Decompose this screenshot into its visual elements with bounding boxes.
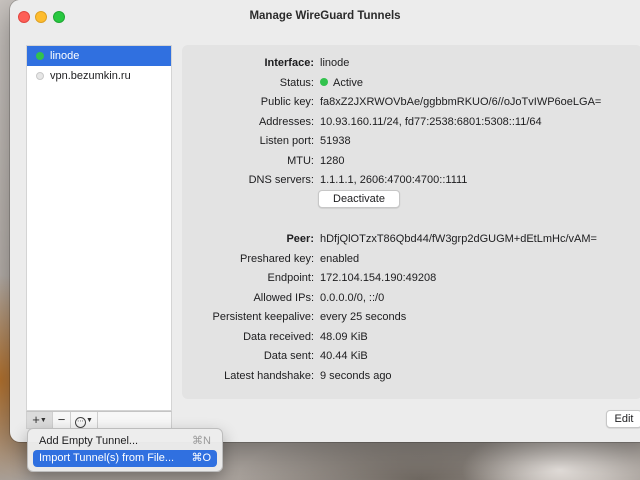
status-label: Status:	[279, 76, 314, 89]
peer-row: Peer: hDfjQlOTzxT86Qbd44/fW3grp2dGUGM+dE…	[182, 231, 640, 247]
window-title: Manage WireGuard Tunnels	[249, 10, 401, 22]
public-key-value[interactable]: fa8xZ2JXRWOVbAe/ggbbmRKUO/6//oJoTvIWP6oe…	[320, 94, 601, 110]
menu-shortcut: ⌘O	[191, 452, 211, 464]
title-bar: Manage WireGuard Tunnels	[10, 0, 640, 34]
tunnel-item-linode[interactable]: linode	[27, 46, 171, 66]
dns-value[interactable]: 1.1.1.1, 2606:4700:4700::1111	[320, 172, 467, 188]
keepalive-row: Persistent keepalive: every 25 seconds	[182, 309, 640, 325]
manage-tunnels-window: Manage WireGuard Tunnels linode vpn.bezu…	[10, 0, 640, 442]
more-actions-button[interactable]: ⋯ ▼	[71, 412, 98, 428]
latest-handshake-label: Latest handshake:	[224, 369, 314, 382]
tunnel-name: vpn.bezumkin.ru	[50, 70, 131, 82]
inactive-status-dot-icon	[36, 72, 44, 80]
tunnel-name: linode	[50, 50, 80, 62]
endpoint-value[interactable]: 172.104.154.190:49208	[320, 270, 436, 286]
mtu-row: MTU: 1280	[182, 153, 640, 169]
keepalive-value[interactable]: every 25 seconds	[320, 309, 406, 325]
endpoint-row: Endpoint: 172.104.154.190:49208	[182, 270, 640, 286]
active-status-dot-icon	[36, 52, 44, 60]
preshared-key-value[interactable]: enabled	[320, 251, 359, 267]
edit-button[interactable]: Edit	[606, 410, 640, 428]
allowed-ips-value[interactable]: 0.0.0.0/0, ::/0	[320, 290, 384, 306]
dns-label: DNS servers:	[248, 174, 314, 186]
status-row: Status: Active	[182, 75, 640, 91]
preshared-key-row: Preshared key: enabled	[182, 251, 640, 267]
peer-public-key-value[interactable]: hDfjQlOTzxT86Qbd44/fW3grp2dGUGM+dEtLmHc/…	[320, 231, 597, 247]
menu-item-add-empty-tunnel[interactable]: Add Empty Tunnel... ⌘N	[33, 433, 217, 450]
addresses-value[interactable]: 10.93.160.11/24, fd77:2538:6801:5308::11…	[320, 114, 542, 130]
minus-icon: −	[57, 412, 66, 427]
tunnel-item-vpn-bezumkin[interactable]: vpn.bezumkin.ru	[27, 66, 171, 86]
data-sent-label: Data sent:	[263, 350, 314, 362]
menu-item-label: Import Tunnel(s) from File...	[39, 452, 175, 464]
active-status-dot-icon	[320, 78, 328, 86]
add-tunnel-button[interactable]: +▼	[27, 412, 53, 428]
add-tunnel-menu: Add Empty Tunnel... ⌘N Import Tunnel(s) …	[27, 428, 223, 472]
listen-port-row: Listen port: 51938	[182, 133, 640, 149]
remove-tunnel-button[interactable]: −	[53, 412, 71, 428]
tunnel-list-toolbar: +▼ − ⋯ ▼	[26, 411, 172, 429]
interface-heading: Interface:	[264, 57, 314, 69]
keepalive-label: Persistent keepalive:	[212, 311, 315, 323]
menu-item-label: Add Empty Tunnel...	[39, 435, 139, 447]
preshared-key-label: Preshared key:	[240, 252, 314, 265]
endpoint-label: Endpoint:	[267, 272, 314, 284]
peer-heading: Peer:	[286, 233, 314, 245]
data-sent-value[interactable]: 40.44 KiB	[320, 348, 368, 364]
deactivate-button[interactable]: Deactivate	[318, 190, 400, 208]
ellipsis-circle-icon: ⋯	[75, 417, 87, 428]
listen-port-value[interactable]: 51938	[320, 133, 351, 149]
public-key-row: Public key: fa8xZ2JXRWOVbAe/ggbbmRKUO/6/…	[182, 94, 640, 110]
menu-item-import-tunnels[interactable]: Import Tunnel(s) from File... ⌘O	[33, 450, 217, 467]
menu-shortcut: ⌘N	[192, 435, 211, 447]
dns-row: DNS servers: 1.1.1.1, 2606:4700:4700::11…	[182, 172, 640, 188]
data-sent-row: Data sent: 40.44 KiB	[182, 348, 640, 364]
data-received-label: Data received:	[243, 330, 314, 343]
data-received-value[interactable]: 48.09 KiB	[320, 329, 368, 345]
latest-handshake-row: Latest handshake: 9 seconds ago	[182, 368, 640, 384]
mtu-label: MTU:	[287, 154, 314, 167]
allowed-ips-label: Allowed IPs:	[253, 291, 314, 304]
interface-name: linode	[320, 57, 350, 69]
chevron-down-icon: ▼	[39, 417, 47, 424]
listen-port-label: Listen port:	[259, 135, 314, 147]
latest-handshake-value[interactable]: 9 seconds ago	[320, 368, 392, 384]
mtu-value[interactable]: 1280	[320, 153, 344, 169]
plus-icon: +	[32, 412, 40, 427]
tunnel-detail-panel: Interface: linode Status: Active Public …	[182, 45, 640, 399]
tunnel-list: linode vpn.bezumkin.ru	[26, 45, 172, 411]
data-received-row: Data received: 48.09 KiB	[182, 329, 640, 345]
allowed-ips-row: Allowed IPs: 0.0.0.0/0, ::/0	[182, 290, 640, 306]
addresses-label: Addresses:	[258, 115, 314, 128]
addresses-row: Addresses: 10.93.160.11/24, fd77:2538:68…	[182, 114, 640, 130]
status-text: Active	[333, 76, 363, 89]
interface-row: Interface: linode	[182, 55, 640, 71]
chevron-down-icon: ▼	[86, 417, 93, 424]
public-key-label: Public key:	[260, 96, 314, 108]
status-value: Active	[320, 75, 363, 91]
